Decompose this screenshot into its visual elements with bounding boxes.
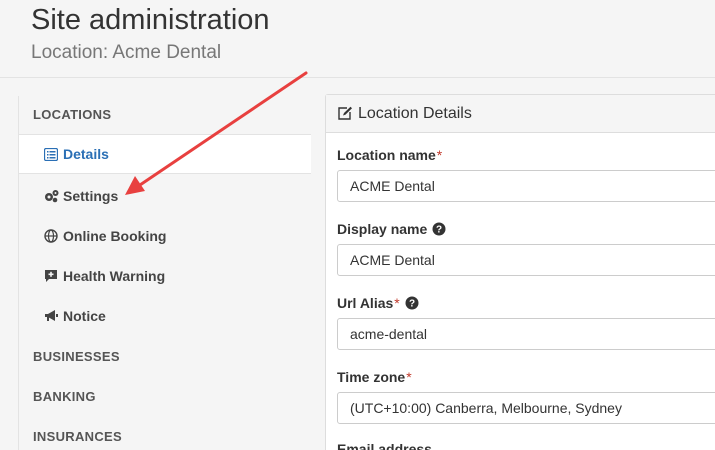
display-name-label: Display name ? (337, 221, 446, 237)
svg-text:?: ? (436, 225, 442, 236)
location-details-panel: Location Details Location name* Display … (325, 94, 715, 450)
sidebar-item-label: Details (63, 146, 109, 162)
page-title: Site administration (31, 4, 270, 36)
megaphone-icon (43, 308, 59, 324)
location-name-input[interactable] (337, 170, 715, 202)
question-circle-icon[interactable]: ? (432, 222, 446, 236)
sidebar: LOCATIONS Details Settings Online Bookin… (18, 96, 311, 450)
sidebar-item-label: Notice (63, 308, 106, 324)
section-insurances[interactable]: INSURANCES (33, 429, 122, 444)
sidebar-item-health-warning[interactable]: Health Warning (19, 256, 311, 296)
sidebar-item-settings[interactable]: Settings (19, 176, 311, 216)
time-zone-select[interactable]: (UTC+10:00) Canberra, Melbourne, Sydney (337, 392, 715, 424)
page-subtitle: Location: Acme Dental (31, 42, 222, 63)
svg-text:?: ? (409, 299, 415, 310)
list-icon (43, 146, 59, 162)
location-name-label: Location name * (337, 147, 443, 163)
sidebar-item-details[interactable]: Details (19, 134, 311, 174)
question-circle-icon[interactable]: ? (405, 296, 419, 310)
sidebar-item-label: Online Booking (63, 228, 167, 244)
section-banking[interactable]: BANKING (33, 389, 96, 404)
globe-icon (43, 228, 59, 244)
sidebar-item-label: Health Warning (63, 268, 166, 284)
medical-message-icon (43, 268, 59, 284)
panel-title: Location Details (358, 104, 472, 122)
sidebar-item-notice[interactable]: Notice (19, 296, 311, 336)
sidebar-item-online-booking[interactable]: Online Booking (19, 216, 311, 256)
section-locations[interactable]: LOCATIONS (33, 107, 111, 122)
edit-icon (337, 106, 353, 122)
display-name-input[interactable] (337, 244, 715, 276)
url-alias-label: Url Alias * ? (337, 295, 419, 311)
time-zone-value: (UTC+10:00) Canberra, Melbourne, Sydney (350, 400, 622, 416)
gears-icon (43, 188, 59, 204)
email-address-label: Email address (337, 441, 432, 450)
url-alias-input[interactable] (337, 318, 715, 350)
page-header: Site administration Location: Acme Denta… (0, 0, 715, 78)
sidebar-item-label: Settings (63, 188, 119, 204)
panel-heading: Location Details (326, 95, 715, 133)
section-businesses[interactable]: BUSINESSES (33, 349, 120, 364)
time-zone-label: Time zone * (337, 369, 412, 385)
